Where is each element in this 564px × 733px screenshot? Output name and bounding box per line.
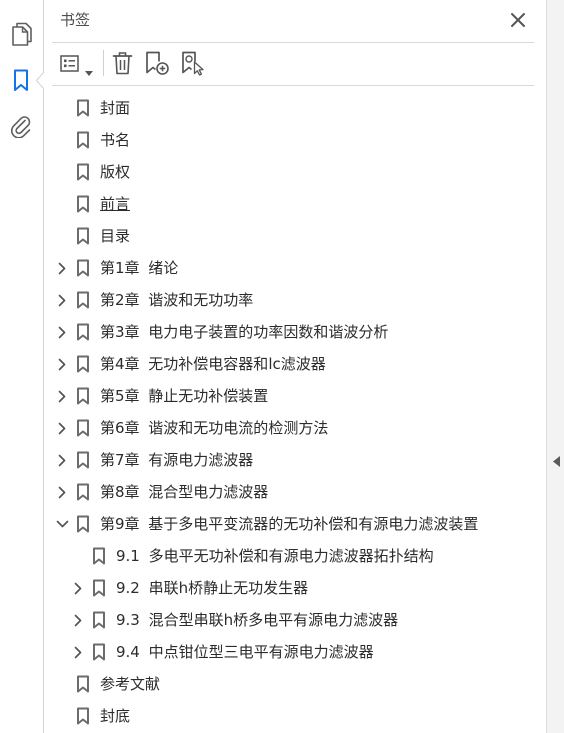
bookmark-label: 第2章 谐波和无功功率 bbox=[100, 291, 254, 309]
bookmark-label: 第8章 混合型电力滤波器 bbox=[100, 483, 269, 501]
bookmark-tree: 封面书名版权前言目录第1章 绪论第2章 谐波和无功功率第3章 电力电子装置的功率… bbox=[52, 92, 544, 733]
bookmark-icon[interactable] bbox=[13, 69, 29, 96]
bookmark-item[interactable]: 9.1 多电平无功补偿和有源电力滤波器拓扑结构 bbox=[68, 540, 544, 572]
pages-icon[interactable] bbox=[11, 22, 33, 51]
bookmark-label: 封底 bbox=[100, 707, 131, 725]
chevron-right-icon[interactable] bbox=[68, 572, 88, 604]
list-options-icon[interactable] bbox=[60, 55, 79, 76]
toolbar-separator bbox=[103, 50, 104, 76]
toolbar-divider bbox=[52, 85, 534, 86]
bookmark-item[interactable]: 第3章 电力电子装置的功率因数和谐波分析 bbox=[52, 316, 532, 348]
add-bookmark-icon[interactable] bbox=[145, 51, 170, 80]
paperclip-icon[interactable] bbox=[10, 114, 32, 142]
bookmark-label: 9.1 多电平无功补偿和有源电力滤波器拓扑结构 bbox=[116, 547, 434, 565]
bookmark-item[interactable]: 第4章 无功补偿电容器和lc滤波器 bbox=[52, 348, 532, 380]
bookmark-icon bbox=[76, 227, 90, 245]
bookmark-label: 书名 bbox=[100, 131, 131, 149]
chevron-right-icon[interactable] bbox=[68, 636, 88, 668]
bookmark-label: 第5章 静止无功补偿装置 bbox=[100, 387, 269, 405]
chevron-right-icon[interactable] bbox=[52, 284, 72, 316]
bookmark-item[interactable]: 第1章 绪论 bbox=[52, 252, 532, 284]
bookmark-item[interactable]: 第5章 静止无功补偿装置 bbox=[52, 380, 532, 412]
bookmark-item[interactable]: 版权 bbox=[52, 156, 532, 188]
bookmark-item[interactable]: 前言 bbox=[52, 188, 532, 220]
bookmark-item[interactable]: 9.3 混合型串联h桥多电平有源电力滤波器 bbox=[68, 604, 544, 636]
bookmark-label: 第3章 电力电子装置的功率因数和谐波分析 bbox=[100, 323, 389, 341]
bookmark-icon bbox=[76, 387, 90, 405]
bookmark-label: 9.4 中点钳位型三电平有源电力滤波器 bbox=[116, 643, 374, 661]
bookmark-item[interactable]: 第8章 混合型电力滤波器 bbox=[52, 476, 532, 508]
bookmark-label: 9.3 混合型串联h桥多电平有源电力滤波器 bbox=[116, 611, 399, 629]
trash-icon[interactable] bbox=[112, 51, 133, 79]
chevron-down-icon[interactable] bbox=[52, 508, 72, 540]
bookmark-icon bbox=[76, 515, 90, 533]
bookmark-item[interactable]: 9.2 串联h桥静止无功发生器 bbox=[68, 572, 544, 604]
bookmark-label: 9.2 串联h桥静止无功发生器 bbox=[116, 579, 309, 597]
bookmark-item[interactable]: 第2章 谐波和无功功率 bbox=[52, 284, 532, 316]
chevron-right-icon[interactable] bbox=[68, 604, 88, 636]
bookmark-icon bbox=[76, 195, 90, 213]
bookmark-item[interactable]: 9.4 中点钳位型三电平有源电力滤波器 bbox=[68, 636, 544, 668]
bookmark-label: 第7章 有源电力滤波器 bbox=[100, 451, 254, 469]
bookmark-icon bbox=[76, 163, 90, 181]
bookmark-icon bbox=[92, 579, 106, 597]
bookmark-item[interactable]: 第7章 有源电力滤波器 bbox=[52, 444, 532, 476]
chevron-right-icon[interactable] bbox=[52, 476, 72, 508]
bookmark-search-icon[interactable] bbox=[181, 51, 206, 80]
bookmark-icon bbox=[76, 483, 90, 501]
bookmark-label: 参考文献 bbox=[100, 675, 161, 693]
bookmark-item[interactable]: 第9章 基于多电平变流器的无功补偿和有源电力滤波装置 bbox=[52, 508, 532, 540]
chevron-right-icon[interactable] bbox=[52, 316, 72, 348]
bookmark-item[interactable]: 书名 bbox=[52, 124, 532, 156]
bookmark-icon bbox=[76, 419, 90, 437]
bookmark-icon bbox=[76, 131, 90, 149]
bookmark-label: 第9章 基于多电平变流器的无功补偿和有源电力滤波装置 bbox=[100, 515, 479, 533]
bookmark-label: 封面 bbox=[100, 99, 131, 117]
bookmark-icon bbox=[92, 547, 106, 565]
bookmark-icon bbox=[76, 323, 90, 341]
chevron-right-icon[interactable] bbox=[52, 252, 72, 284]
bookmark-icon bbox=[76, 259, 90, 277]
chevron-right-icon[interactable] bbox=[52, 348, 72, 380]
close-icon[interactable] bbox=[510, 12, 526, 28]
bookmark-icon bbox=[92, 643, 106, 661]
active-panel-pointer bbox=[36, 72, 45, 89]
chevron-right-icon[interactable] bbox=[52, 412, 72, 444]
bookmark-label: 第6章 谐波和无功电流的检测方法 bbox=[100, 419, 329, 437]
chevron-right-icon[interactable] bbox=[52, 444, 72, 476]
bookmark-icon bbox=[76, 99, 90, 117]
bookmark-label: 第4章 无功补偿电容器和lc滤波器 bbox=[100, 355, 326, 373]
bookmark-icon bbox=[76, 291, 90, 309]
bookmark-icon bbox=[92, 611, 106, 629]
collapse-left-icon[interactable] bbox=[553, 452, 560, 471]
bookmark-icon bbox=[76, 451, 90, 469]
bookmark-item[interactable]: 封面 bbox=[52, 92, 532, 124]
header-divider bbox=[52, 42, 534, 43]
bookmark-label: 目录 bbox=[100, 227, 131, 245]
bookmark-icon bbox=[76, 355, 90, 373]
bookmark-label: 前言 bbox=[100, 195, 131, 213]
navigation-rail bbox=[0, 0, 44, 733]
dropdown-caret-icon[interactable] bbox=[85, 61, 93, 80]
bookmark-item[interactable]: 封底 bbox=[52, 700, 532, 732]
bookmark-label: 第1章 绪论 bbox=[100, 259, 179, 277]
bookmark-icon bbox=[76, 675, 90, 693]
bookmark-label: 版权 bbox=[100, 163, 131, 181]
panel-collapse-strip[interactable] bbox=[546, 0, 564, 733]
bookmark-item[interactable]: 第6章 谐波和无功电流的检测方法 bbox=[52, 412, 532, 444]
bookmark-icon bbox=[76, 707, 90, 725]
bookmark-item[interactable]: 参考文献 bbox=[52, 668, 532, 700]
chevron-right-icon[interactable] bbox=[52, 380, 72, 412]
panel-title: 书签 bbox=[60, 11, 91, 29]
bookmark-item[interactable]: 目录 bbox=[52, 220, 532, 252]
